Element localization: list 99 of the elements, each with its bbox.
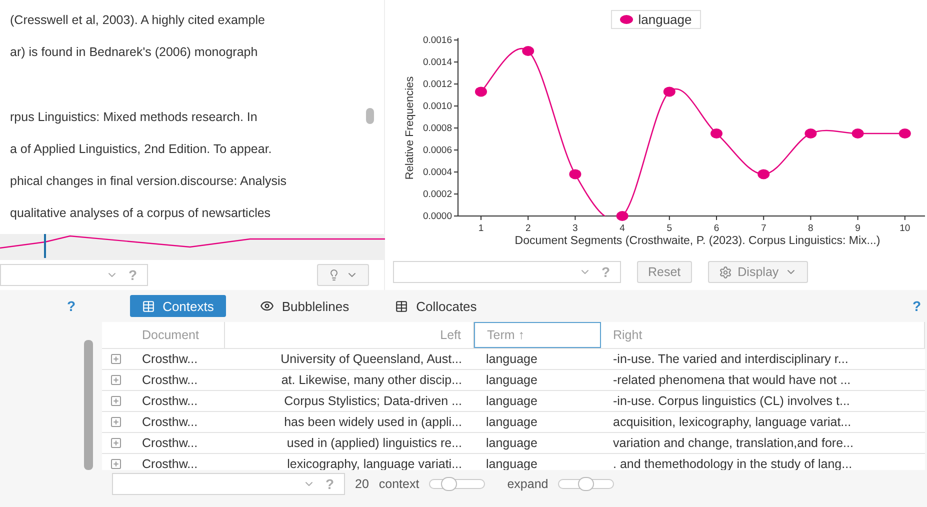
y-tick-label: 0.0004 bbox=[422, 167, 452, 178]
x-tick-label: 4 bbox=[620, 223, 625, 234]
document-text-line: rpus Linguistics: Mixed methods research. In bbox=[10, 109, 258, 126]
table-cell-text: Crosthw... bbox=[141, 436, 199, 450]
table-cell-text: at. Likewise, many other discip... bbox=[280, 373, 463, 387]
x-tick-label: 10 bbox=[900, 223, 910, 234]
table-cell-text: Crosthw... bbox=[141, 352, 199, 366]
document-text-line: phical changes in final version.discourse: Analysis bbox=[10, 173, 288, 190]
document-text-line: a of Applied Linguistics, 2nd Edition. To appear. bbox=[10, 141, 273, 158]
chart-legend[interactable]: language bbox=[611, 10, 701, 29]
expand-icon[interactable] bbox=[110, 374, 122, 386]
display-button[interactable]: Display bbox=[708, 261, 808, 283]
select-field[interactable]: ? bbox=[0, 264, 148, 286]
y-tick-label: 0.0002 bbox=[422, 189, 452, 200]
help-icon[interactable]: ? bbox=[128, 267, 137, 283]
expand-icon[interactable] bbox=[110, 458, 122, 470]
table-cell-text: Crosthw... bbox=[141, 457, 199, 470]
options-button[interactable] bbox=[317, 264, 369, 286]
expand-icon[interactable] bbox=[110, 353, 122, 365]
slider[interactable] bbox=[558, 478, 614, 488]
select-field[interactable]: ? bbox=[393, 261, 621, 283]
expand-icon[interactable] bbox=[110, 395, 122, 407]
scrollbar-thumb[interactable] bbox=[84, 340, 93, 470]
y-tick-label: 0.0008 bbox=[422, 123, 452, 134]
table-cell-text: variation and change, translation,and fore... bbox=[612, 436, 854, 450]
help-icon[interactable]: ? bbox=[325, 476, 334, 492]
data-point[interactable] bbox=[522, 46, 534, 56]
table-cell-text: -related phenomena that would have not ... bbox=[612, 373, 852, 387]
table-cell-text: language bbox=[485, 373, 538, 387]
table-cell-text: language bbox=[485, 436, 538, 450]
table-cell-text: language bbox=[485, 415, 538, 429]
tab[interactable]: Bubblelines bbox=[248, 295, 362, 317]
table-cell-text: used in (applied) linguistics re... bbox=[286, 436, 463, 450]
help-icon[interactable]: ? bbox=[912, 298, 921, 314]
x-tick-label: 1 bbox=[478, 223, 484, 234]
x-tick-label: 2 bbox=[525, 223, 531, 234]
table-cell-text: Corpus Stylistics; Data-driven ... bbox=[283, 394, 463, 408]
y-tick-label: 0.0000 bbox=[422, 211, 452, 222]
column-header[interactable]: Left bbox=[225, 322, 474, 348]
eye-icon bbox=[260, 299, 274, 313]
column-header[interactable]: Document bbox=[130, 322, 225, 348]
slider-thumb[interactable] bbox=[578, 476, 594, 490]
slider-label: context bbox=[378, 476, 420, 490]
x-tick-label: 3 bbox=[572, 223, 578, 234]
x-axis-title: Document Segments (Crosthwaite, P. (2023). Corpus Linguistics: Mix...) bbox=[514, 235, 880, 247]
document-text-line: (Cresswell et al, 2003). A highly cited example bbox=[10, 12, 266, 29]
data-point[interactable] bbox=[804, 128, 817, 138]
column-header[interactable]: Right bbox=[601, 322, 925, 348]
table-cell-text: Crosthw... bbox=[141, 415, 199, 429]
table-cell-text: Crosthw... bbox=[141, 394, 199, 408]
tab[interactable]: Contexts bbox=[130, 295, 226, 317]
context-count: 20 bbox=[355, 476, 369, 490]
document-text-line: qualitative analyses of a corpus of newsarticles bbox=[10, 205, 272, 222]
table-cell-text: Crosthw... bbox=[141, 373, 199, 387]
sparkline-drawing[interactable] bbox=[0, 234, 385, 260]
table-cell-text: -in-use. The varied and interdisciplinary r... bbox=[612, 352, 850, 366]
table-cell-text: language bbox=[485, 394, 538, 408]
x-tick-label: 5 bbox=[666, 223, 672, 234]
table-cell-text: has been widely used in (appli... bbox=[283, 415, 463, 429]
x-tick-label: 7 bbox=[760, 223, 766, 234]
data-point[interactable] bbox=[663, 86, 676, 97]
gear-icon bbox=[718, 266, 732, 278]
y-tick-label: 0.0006 bbox=[422, 145, 452, 156]
y-tick-label: 0.0016 bbox=[422, 35, 452, 46]
table-cell-text: -in-use. Corpus linguistics (CL) involves t... bbox=[612, 394, 851, 408]
data-point[interactable] bbox=[758, 169, 770, 180]
data-point[interactable] bbox=[852, 128, 864, 138]
grid-icon bbox=[142, 300, 155, 312]
help-icon[interactable]: ? bbox=[601, 264, 610, 280]
x-tick-label: 6 bbox=[714, 223, 720, 234]
tab[interactable]: Collocates bbox=[383, 295, 489, 317]
scrollbar-thumb[interactable] bbox=[366, 108, 374, 124]
data-point[interactable] bbox=[616, 211, 628, 221]
table-cell-text: acquisition, lexicography, language variat... bbox=[612, 415, 852, 429]
data-point[interactable] bbox=[569, 169, 582, 180]
data-point[interactable] bbox=[710, 128, 722, 138]
reset-button[interactable]: Reset bbox=[637, 261, 692, 283]
table-cell-text: language bbox=[485, 352, 538, 366]
data-point[interactable] bbox=[475, 86, 487, 97]
x-tick-label: 8 bbox=[808, 223, 814, 234]
expand-icon[interactable] bbox=[110, 416, 122, 428]
lightbulb-icon bbox=[328, 269, 340, 281]
slider-label: expand bbox=[507, 476, 548, 490]
x-tick-label: 9 bbox=[855, 223, 860, 234]
slider-thumb[interactable] bbox=[441, 476, 458, 490]
expand-icon[interactable] bbox=[110, 437, 122, 449]
y-tick-label: 0.0010 bbox=[422, 101, 452, 112]
y-axis-title: Relative Frequencies bbox=[404, 76, 416, 180]
column-header[interactable]: Term ↑ bbox=[474, 322, 601, 348]
select-field[interactable]: ? bbox=[112, 472, 345, 494]
data-point[interactable] bbox=[898, 128, 911, 138]
y-tick-label: 0.0012 bbox=[422, 79, 452, 90]
slider[interactable] bbox=[429, 478, 486, 488]
help-icon[interactable]: ? bbox=[67, 298, 76, 314]
table-cell-text: University of Queensland, Aust... bbox=[280, 352, 463, 366]
y-tick-label: 0.0014 bbox=[422, 57, 452, 68]
grid-icon bbox=[395, 300, 408, 312]
document-text-line: ar) is found in Bednarek's (2006) monograph bbox=[10, 44, 259, 61]
legend-label: language bbox=[638, 12, 692, 27]
